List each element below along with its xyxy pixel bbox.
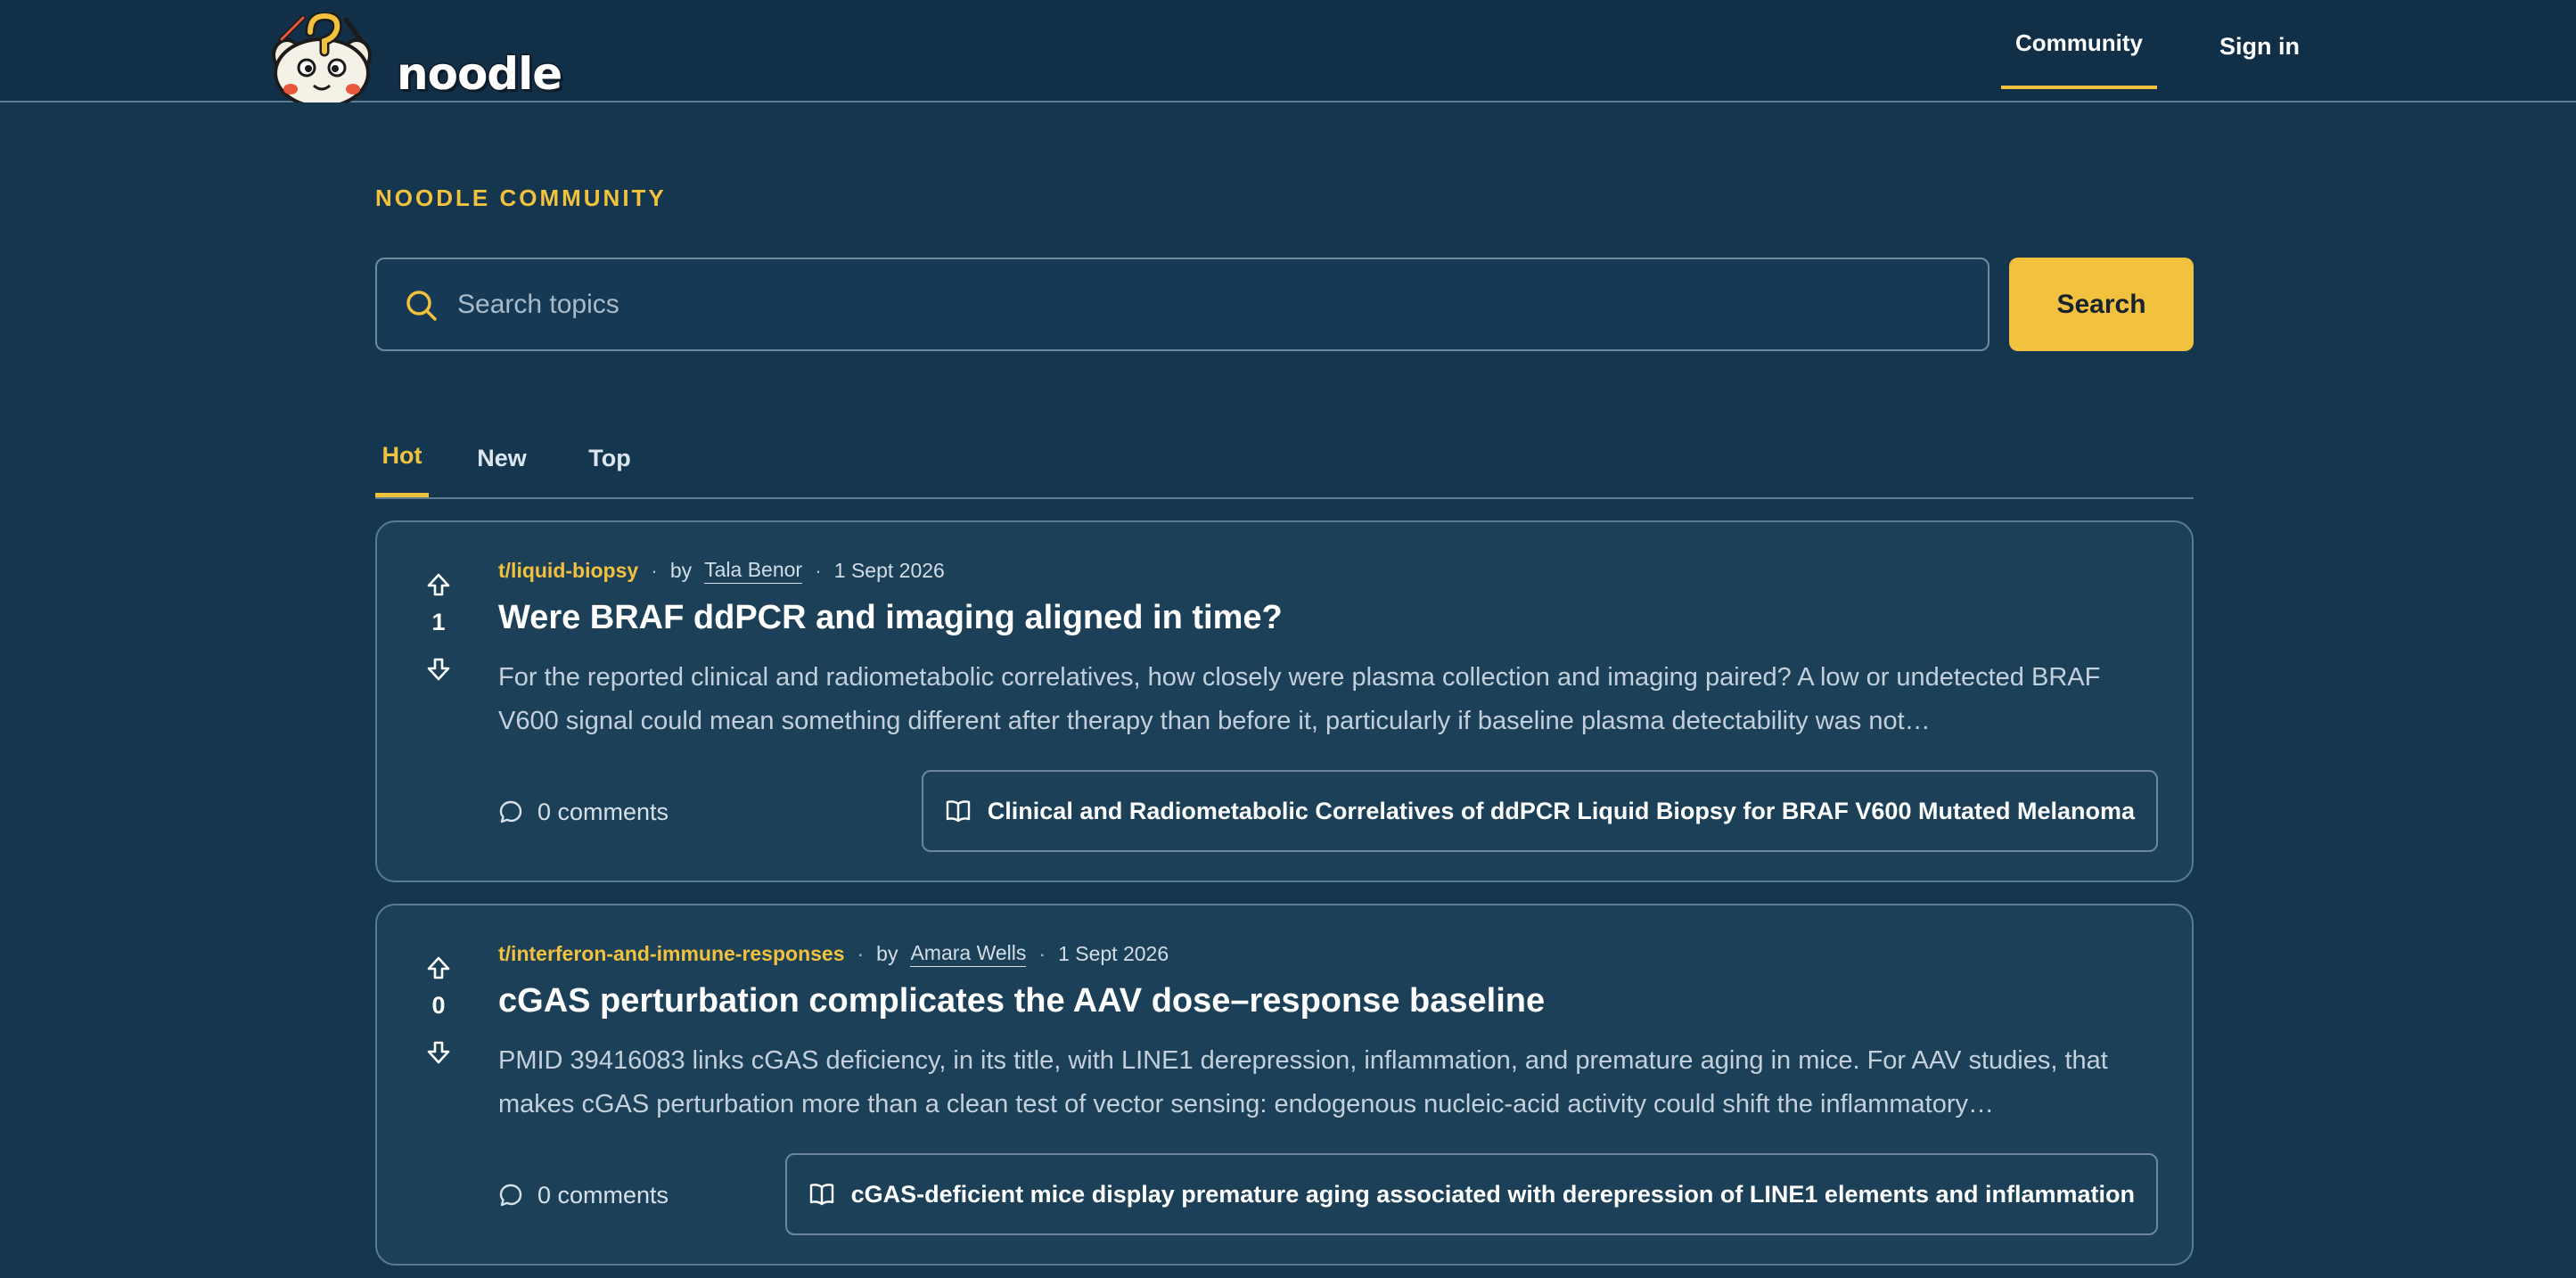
top-bar: noodle Community Sign in (0, 0, 2576, 102)
arrow-up-icon[interactable] (425, 571, 452, 598)
linked-paper-title: Clinical and Radiometabolic Correlatives… (987, 797, 2135, 824)
page-section-label: NOODLE COMMUNITY (375, 184, 667, 211)
comments-link[interactable]: 0 comments (498, 1177, 669, 1213)
vote-control: 1 (413, 571, 466, 687)
sort-tabs: Hot New Top (375, 419, 2194, 499)
search-input[interactable] (457, 261, 1964, 348)
noodle-mascot-logo (272, 12, 372, 102)
nav-sign-in-link[interactable]: Sign in (2193, 0, 2326, 93)
book-icon (946, 800, 970, 823)
post-date: 1 Sept 2026 (833, 558, 945, 582)
meta-separator: · (1038, 941, 1046, 965)
vote-count: 0 (431, 992, 446, 1019)
post-title[interactable]: cGAS perturbation complicates the AAV do… (498, 982, 2156, 1020)
by-label: by (669, 558, 693, 582)
comment-icon (499, 800, 522, 823)
meta-separator: · (651, 558, 658, 582)
meta-separator: · (857, 941, 865, 965)
vote-count: 1 (431, 609, 446, 635)
post-card[interactable]: 1 t/liquid-biopsy · by Tala Benor · 1 Se… (375, 520, 2194, 882)
linked-paper-button[interactable]: cGAS-deficient mice display premature ag… (784, 1153, 2158, 1235)
arrow-up-icon[interactable] (425, 954, 452, 981)
search-button[interactable]: Search (2009, 258, 2194, 351)
arrow-down-icon[interactable] (425, 656, 452, 683)
tab-hot[interactable]: Hot (375, 419, 429, 497)
comment-icon (499, 1184, 522, 1207)
author-link[interactable]: Tala Benor (704, 558, 803, 584)
post-date: 1 Sept 2026 (1058, 941, 1169, 965)
post-card[interactable]: 0 t/interferon-and-immune-responses · by… (375, 904, 2194, 1266)
vote-control: 0 (413, 954, 466, 1070)
post-meta: t/liquid-biopsy · by Tala Benor · 1 Sept… (498, 556, 945, 585)
search-icon (406, 291, 437, 321)
comments-count: 0 comments (537, 1181, 669, 1208)
meta-separator: · (815, 558, 822, 582)
by-label: by (876, 941, 898, 965)
nav-community-link[interactable]: Community (2001, 0, 2157, 89)
tab-top[interactable]: Top (587, 419, 632, 497)
topic-link[interactable]: t/interferon-and-immune-responses (498, 942, 845, 966)
topic-link[interactable]: t/liquid-biopsy (498, 559, 638, 583)
post-excerpt: For the reported clinical and radiometab… (498, 663, 2101, 735)
post-title[interactable]: Were BRAF ddPCR and imaging aligned in t… (498, 599, 2156, 637)
linked-paper-title: cGAS-deficient mice display premature ag… (850, 1180, 2135, 1208)
search-box[interactable] (375, 258, 1989, 351)
author-link[interactable]: Amara Wells (910, 941, 1027, 967)
arrow-down-icon[interactable] (425, 1039, 452, 1066)
post-excerpt: PMID 39416083 links cGAS deficiency, in … (498, 1046, 2108, 1118)
brand-name: noodle (395, 47, 563, 102)
linked-paper-button[interactable]: Clinical and Radiometabolic Correlatives… (921, 770, 2158, 852)
post-meta: t/interferon-and-immune-responses · by A… (498, 939, 1169, 968)
comments-count: 0 comments (537, 798, 669, 825)
tab-new[interactable]: New (475, 419, 529, 497)
comments-link[interactable]: 0 comments (498, 794, 669, 830)
book-icon (809, 1184, 833, 1206)
